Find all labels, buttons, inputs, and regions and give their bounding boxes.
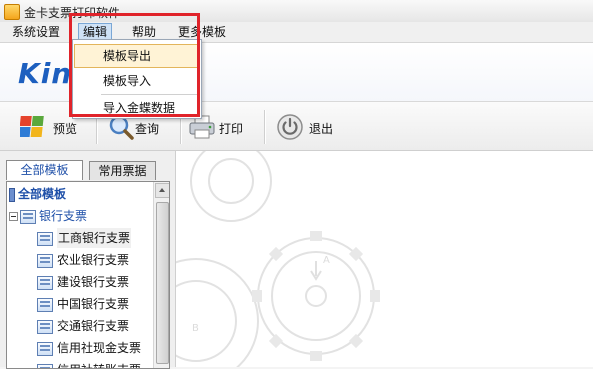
template-tree: 全部模板 银行支票 工商银行支票农业银行支票 建设银行支票 中国银行支票 交通银行支票… — [6, 181, 170, 369]
check-template-icon — [37, 320, 53, 334]
tree-item-label: 交通银行支票 — [57, 319, 130, 333]
query-label: 查询 — [135, 122, 160, 136]
print-label: 打印 — [219, 122, 244, 136]
title-bar: 金卡支票打印软件 — [0, 0, 593, 23]
menu-item-label: 模板导入 — [103, 74, 152, 88]
tree-item-label: 建设银行支票 — [57, 275, 130, 289]
menu-separator — [101, 94, 197, 95]
scroll-up-arrow-icon[interactable] — [155, 183, 169, 198]
exit-button[interactable]: 退出 — [276, 112, 342, 142]
menu-item-import-kingdee-data[interactable]: 导入金蝶数据 — [75, 97, 199, 119]
menu-help[interactable]: 帮助 — [128, 24, 160, 40]
window-title: 金卡支票打印软件 — [24, 6, 121, 20]
menu-more-templates[interactable]: 更多模板 — [174, 24, 230, 40]
tree-item-label: 信用社现金支票 — [57, 341, 142, 355]
logo: Kin — [18, 57, 73, 90]
bank-folder-icon — [20, 210, 36, 224]
app-icon — [4, 4, 20, 20]
menu-system-settings[interactable]: 系统设置 — [8, 24, 64, 40]
collapse-icon[interactable] — [9, 212, 18, 221]
check-template-icon — [37, 232, 53, 246]
tree-scrollbar[interactable] — [153, 182, 169, 368]
toolbar-separator — [264, 110, 265, 144]
tree-group-label: 银行支票 — [39, 209, 88, 223]
menu-item-label: 模板导出 — [103, 49, 152, 63]
folder-icon — [9, 188, 15, 202]
tree-root-label: 全部模板 — [18, 187, 67, 201]
check-template-icon — [37, 254, 53, 268]
menu-item-import-template[interactable]: 模板导入 — [75, 70, 199, 92]
preview-icon — [20, 116, 44, 137]
scroll-thumb[interactable] — [156, 202, 169, 364]
gear-watermark-icon: A B — [176, 151, 380, 367]
gear-letter-a: A — [323, 255, 330, 266]
template-panel: 全部模板 常用票据 全部模板 银行支票 工商银行支票农业银行支票 建设银行支票 中国… — [0, 151, 176, 369]
exit-label: 退出 — [309, 122, 334, 136]
tree-item-label: 信用社转账支票 — [57, 360, 141, 368]
tab-common-bills[interactable]: 常用票据 — [89, 161, 156, 180]
preview-label: 预览 — [53, 122, 78, 136]
edit-menu-dropdown: 模板导出 模板导入 导入金蝶数据 — [72, 39, 202, 119]
check-template-icon — [37, 276, 53, 290]
tree-item-label: 中国银行支票 — [57, 297, 130, 311]
tab-all-templates[interactable]: 全部模板 — [6, 160, 83, 180]
tree-item-label: 工商银行支票 — [57, 228, 132, 248]
check-template-icon — [37, 342, 53, 356]
check-template-icon — [37, 298, 53, 312]
power-icon — [277, 114, 303, 140]
gear-letter-b: B — [192, 323, 199, 334]
workspace-canvas: A B — [176, 151, 593, 367]
tree-item-label: 农业银行支票 — [57, 253, 130, 267]
menu-item-label: 导入金蝶数据 — [103, 101, 176, 115]
menu-item-export-template[interactable]: 模板导出 — [74, 44, 200, 68]
